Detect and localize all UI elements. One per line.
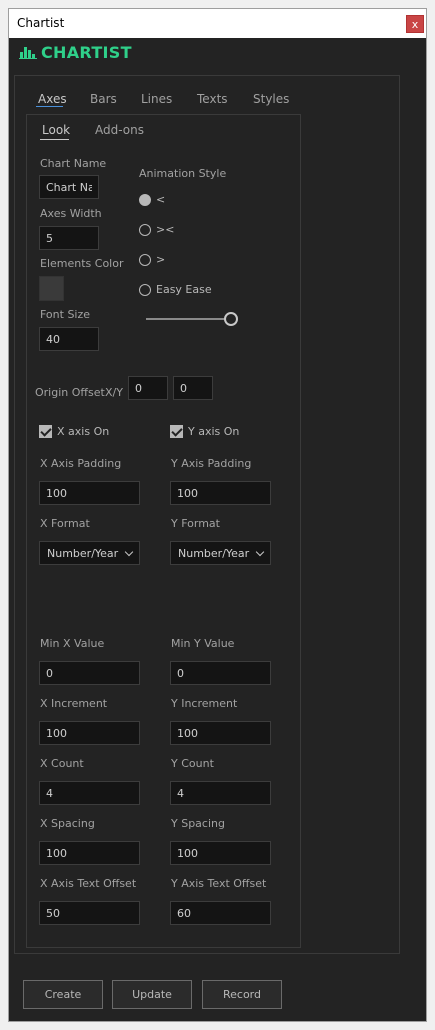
origin-xy-label: X/Y: [105, 386, 123, 399]
y-axis-on-label: Y axis On: [188, 425, 240, 438]
close-button[interactable]: x: [406, 15, 424, 33]
animation-option-label: Easy Ease: [156, 283, 212, 296]
record-button[interactable]: Record: [202, 980, 282, 1009]
tab-texts[interactable]: Texts: [197, 92, 228, 106]
y-format-select[interactable]: Number/Year: [170, 541, 271, 565]
active-subtab-indicator: [40, 139, 69, 140]
x-count-input[interactable]: [39, 781, 140, 805]
radio-unchecked-icon: [139, 283, 151, 296]
create-button[interactable]: Create: [23, 980, 103, 1009]
x-increment-label: X Increment: [40, 697, 108, 710]
x-axis-on-label: X axis On: [57, 425, 110, 438]
y-count-label: Y Count: [171, 757, 214, 770]
tab-bars[interactable]: Bars: [90, 92, 117, 106]
chevron-down-icon: [255, 547, 265, 556]
animation-option-label: >: [156, 253, 166, 266]
radio-unchecked-icon: [139, 223, 151, 236]
animation-option-ease-both[interactable]: ><: [139, 223, 174, 236]
min-x-label: Min X Value: [40, 637, 105, 650]
y-format-value: Number/Year: [178, 546, 250, 560]
x-format-value: Number/Year: [47, 546, 119, 560]
origin-y-input[interactable]: [173, 376, 213, 400]
elements-color-swatch[interactable]: [39, 276, 64, 301]
y-axis-text-offset-input[interactable]: [170, 901, 271, 925]
chartist-logo: CHARTIST: [19, 42, 132, 62]
x-increment-input[interactable]: [39, 721, 140, 745]
min-x-input[interactable]: [39, 661, 140, 685]
x-format-select[interactable]: Number/Year: [39, 541, 140, 565]
x-spacing-input[interactable]: [39, 841, 140, 865]
y-axis-on-checkbox[interactable]: Y axis On: [170, 425, 239, 438]
checkbox-checked-icon: [39, 425, 52, 438]
animation-option-ease-out[interactable]: >: [139, 253, 165, 266]
radio-unchecked-icon: [139, 253, 151, 266]
radio-checked-icon: [139, 193, 151, 206]
elements-color-label: Elements Color: [40, 257, 124, 270]
x-count-label: X Count: [40, 757, 84, 770]
axes-width-input[interactable]: [39, 226, 99, 250]
title-bar[interactable]: Chartist x: [9, 9, 426, 38]
origin-offset-label: Origin Offset: [35, 386, 105, 399]
font-size-input[interactable]: [39, 327, 99, 351]
checkbox-checked-icon: [170, 425, 183, 438]
x-axis-text-offset-input[interactable]: [39, 901, 140, 925]
animation-slider[interactable]: [146, 311, 238, 327]
animation-option-ease-in[interactable]: <: [139, 193, 165, 206]
subtab-look[interactable]: Look: [42, 123, 70, 137]
y-spacing-input[interactable]: [170, 841, 271, 865]
window-title: Chartist: [17, 16, 65, 30]
update-button[interactable]: Update: [112, 980, 192, 1009]
y-spacing-label: Y Spacing: [171, 817, 225, 830]
animation-option-easy-ease[interactable]: Easy Ease: [139, 283, 212, 296]
x-spacing-label: X Spacing: [40, 817, 95, 830]
origin-x-input[interactable]: [128, 376, 168, 400]
tab-axes[interactable]: Axes: [38, 92, 67, 106]
y-increment-label: Y Increment: [171, 697, 238, 710]
chevron-down-icon: [124, 547, 134, 556]
y-axis-padding-input[interactable]: [170, 481, 271, 505]
animation-option-label: <: [156, 193, 166, 206]
bar-chart-icon: [19, 47, 37, 59]
slider-thumb[interactable]: [224, 312, 238, 326]
logo-text: CHARTIST: [41, 42, 132, 62]
chart-name-label: Chart Name: [40, 157, 107, 170]
axes-width-label: Axes Width: [40, 207, 102, 220]
min-y-label: Min Y Value: [171, 637, 235, 650]
x-axis-padding-label: X Axis Padding: [40, 457, 122, 470]
active-tab-indicator: [36, 106, 63, 107]
y-axis-padding-label: Y Axis Padding: [171, 457, 252, 470]
subtab-add-ons[interactable]: Add-ons: [95, 123, 144, 137]
x-axis-text-offset-label: X Axis Text Offset: [40, 877, 137, 890]
chart-name-input[interactable]: [39, 175, 99, 199]
animation-style-label: Animation Style: [139, 167, 227, 180]
y-axis-text-offset-label: Y Axis Text Offset: [171, 877, 267, 890]
x-axis-padding-input[interactable]: [39, 481, 140, 505]
y-format-label: Y Format: [171, 517, 220, 530]
min-y-input[interactable]: [170, 661, 271, 685]
slider-track: [146, 318, 230, 320]
animation-option-label: ><: [156, 223, 175, 236]
tab-lines[interactable]: Lines: [141, 92, 172, 106]
x-axis-on-checkbox[interactable]: X axis On: [39, 425, 109, 438]
font-size-label: Font Size: [40, 308, 91, 321]
tab-styles[interactable]: Styles: [253, 92, 289, 106]
x-format-label: X Format: [40, 517, 90, 530]
y-count-input[interactable]: [170, 781, 271, 805]
y-increment-input[interactable]: [170, 721, 271, 745]
